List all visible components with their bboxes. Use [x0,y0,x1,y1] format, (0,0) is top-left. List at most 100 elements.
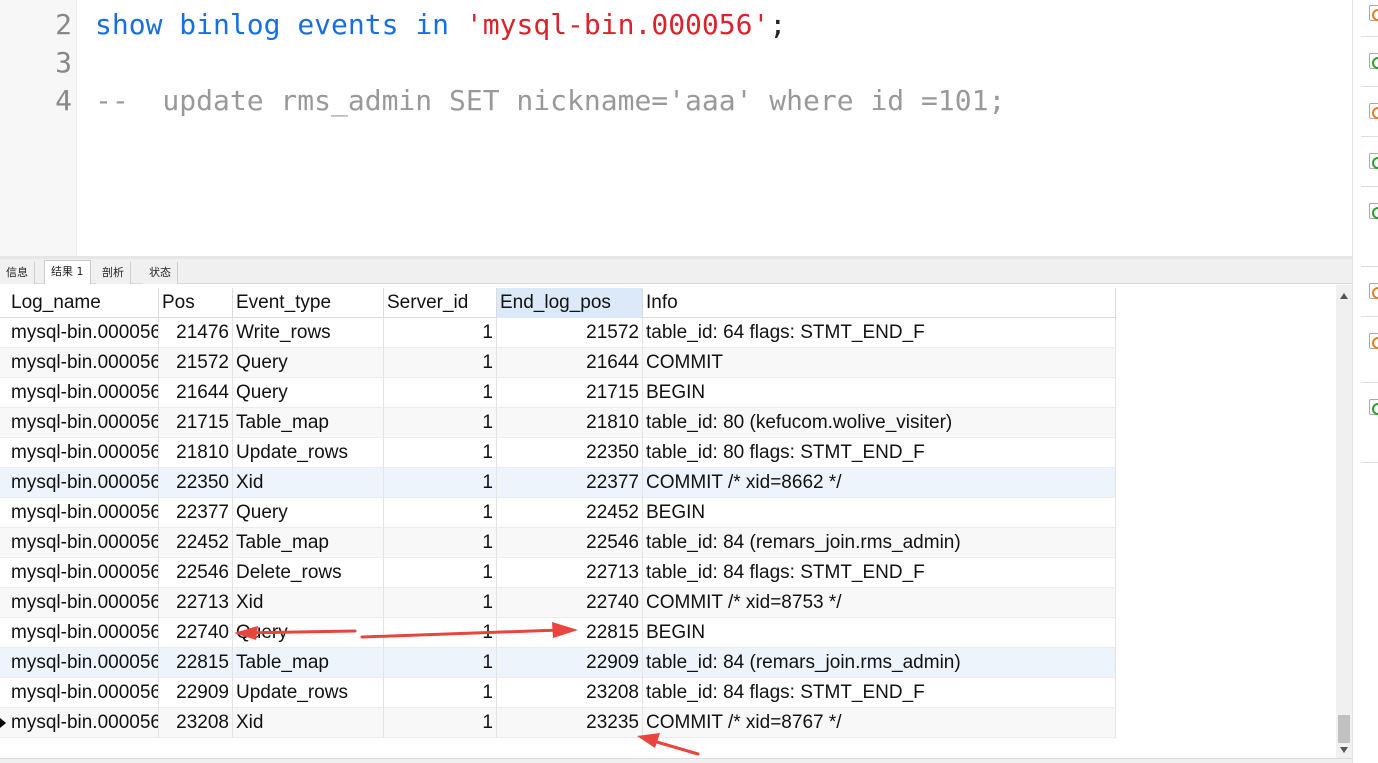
cell-log-name[interactable]: mysql-bin.000056 [8,618,159,648]
column-header-log-name[interactable]: Log_name [8,288,159,318]
table-row[interactable]: mysql-bin.000056 23208 Xid 1 23235 COMMIT /* … [0,708,1116,738]
cell-info[interactable]: table_id: 80 flags: STMT_END_F [643,438,1116,468]
object-icon[interactable] [1369,103,1378,119]
table-row[interactable]: mysql-bin.000056 21715 Table_map 1 21810 tabl… [0,408,1116,438]
cell-event-type[interactable]: Update_rows [233,438,384,468]
cell-log-name[interactable]: mysql-bin.000056 [8,678,159,708]
cell-end-log-pos[interactable]: 21715 [497,378,643,408]
cell-server-id[interactable]: 1 [384,498,497,528]
cell-server-id[interactable]: 1 [384,318,497,348]
object-icon[interactable] [1369,333,1378,349]
cell-info[interactable]: table_id: 84 flags: STMT_END_F [643,558,1116,588]
cell-end-log-pos[interactable]: 22350 [497,438,643,468]
cell-server-id[interactable]: 1 [384,468,497,498]
cell-event-type[interactable]: Query [233,498,384,528]
cell-server-id[interactable]: 1 [384,378,497,408]
cell-pos[interactable]: 22713 [159,588,233,618]
code-line-4-comment[interactable]: -- update rms_admin SET nickname='aaa' w… [95,82,1005,120]
cell-info[interactable]: table_id: 80 (kefucom.wolive_visiter) [643,408,1116,438]
cell-pos[interactable]: 21810 [159,438,233,468]
table-row[interactable]: mysql-bin.000056 21572 Query 1 21644 COMMIT [0,348,1116,378]
scroll-down-icon[interactable] [1340,747,1348,753]
cell-info[interactable]: COMMIT /* xid=8767 */ [643,708,1116,738]
cell-pos[interactable]: 23208 [159,708,233,738]
object-icon[interactable] [1369,399,1378,415]
cell-log-name[interactable]: mysql-bin.000056 [8,378,159,408]
column-header-event-type[interactable]: Event_type [233,288,384,318]
cell-pos[interactable]: 21644 [159,378,233,408]
cell-server-id[interactable]: 1 [384,348,497,378]
cell-log-name[interactable]: mysql-bin.000056 [8,558,159,588]
cell-log-name[interactable]: mysql-bin.000056 [8,498,159,528]
cell-end-log-pos[interactable]: 22377 [497,468,643,498]
cell-event-type[interactable]: Xid [233,588,384,618]
table-row[interactable]: mysql-bin.000056 22740 Query 1 22815 BEGIN [0,618,1116,648]
tab-profile[interactable]: 剖析 [96,262,131,284]
tab-result-1[interactable]: 结果 1 [44,260,91,284]
tab-status[interactable]: 状态 [143,262,178,284]
cell-end-log-pos[interactable]: 22909 [497,648,643,678]
cell-log-name[interactable]: mysql-bin.000056 [8,528,159,558]
cell-server-id[interactable]: 1 [384,618,497,648]
cell-pos[interactable]: 22546 [159,558,233,588]
cell-pos[interactable]: 21572 [159,348,233,378]
cell-end-log-pos[interactable]: 21644 [497,348,643,378]
cell-end-log-pos[interactable]: 21572 [497,318,643,348]
table-row[interactable]: mysql-bin.000056 22713 Xid 1 22740 COMMIT /* … [0,588,1116,618]
result-grid[interactable]: Log_name Pos Event_type Server_id End_log_po… [0,285,1336,755]
cell-pos[interactable]: 21715 [159,408,233,438]
horizontal-scrollbar[interactable] [0,758,1352,763]
cell-server-id[interactable]: 1 [384,438,497,468]
vertical-scrollbar[interactable] [1336,285,1352,760]
cell-end-log-pos[interactable]: 22740 [497,588,643,618]
cell-info[interactable]: COMMIT /* xid=8662 */ [643,468,1116,498]
cell-info[interactable]: BEGIN [643,378,1116,408]
column-header-pos[interactable]: Pos [159,288,233,318]
cell-pos[interactable]: 22815 [159,648,233,678]
cell-log-name[interactable]: mysql-bin.000056 [8,348,159,378]
code-line-2[interactable]: show binlog events in 'mysql-bin.000056'… [95,6,786,44]
cell-info[interactable]: COMMIT [643,348,1116,378]
cell-log-name[interactable]: mysql-bin.000056 [8,468,159,498]
cell-log-name[interactable]: mysql-bin.000056 [8,408,159,438]
object-icon[interactable] [1369,203,1378,219]
cell-log-name[interactable]: mysql-bin.000056 [8,588,159,618]
object-icon[interactable] [1369,5,1378,21]
cell-info[interactable]: table_id: 84 (remars_join.rms_admin) [643,528,1116,558]
cell-event-type[interactable]: Query [233,618,384,648]
cell-event-type[interactable]: Delete_rows [233,558,384,588]
cell-pos[interactable]: 22740 [159,618,233,648]
cell-server-id[interactable]: 1 [384,588,497,618]
cell-event-type[interactable]: Write_rows [233,318,384,348]
cell-event-type[interactable]: Table_map [233,408,384,438]
cell-info[interactable]: table_id: 64 flags: STMT_END_F [643,318,1116,348]
cell-log-name[interactable]: mysql-bin.000056 [8,648,159,678]
table-row[interactable]: mysql-bin.000056 22546 Delete_rows 1 22713 ta… [0,558,1116,588]
cell-event-type[interactable]: Xid [233,468,384,498]
cell-pos[interactable]: 21476 [159,318,233,348]
column-header-end-log-pos[interactable]: End_log_pos [497,288,643,318]
cell-server-id[interactable]: 1 [384,408,497,438]
cell-info[interactable]: BEGIN [643,498,1116,528]
cell-server-id[interactable]: 1 [384,558,497,588]
cell-end-log-pos[interactable]: 23235 [497,708,643,738]
table-row[interactable]: mysql-bin.000056 21476 Write_rows 1 21572 tab… [0,318,1116,348]
table-row[interactable]: mysql-bin.000056 21644 Query 1 21715 BEGIN [0,378,1116,408]
column-header-server-id[interactable]: Server_id [384,288,497,318]
cell-event-type[interactable]: Update_rows [233,678,384,708]
cell-end-log-pos[interactable]: 23208 [497,678,643,708]
cell-server-id[interactable]: 1 [384,678,497,708]
table-row[interactable]: mysql-bin.000056 22350 Xid 1 22377 COMMIT /* … [0,468,1116,498]
table-row[interactable]: mysql-bin.000056 22377 Query 1 22452 BEGIN [0,498,1116,528]
cell-info[interactable]: COMMIT /* xid=8753 */ [643,588,1116,618]
table-row[interactable]: mysql-bin.000056 22909 Update_rows 1 23208 ta… [0,678,1116,708]
cell-log-name[interactable]: mysql-bin.000056 [8,708,159,738]
cell-server-id[interactable]: 1 [384,648,497,678]
cell-end-log-pos[interactable]: 22713 [497,558,643,588]
cell-event-type[interactable]: Table_map [233,528,384,558]
object-icon[interactable] [1369,153,1378,169]
scrollbar-thumb[interactable] [1338,715,1350,743]
cell-event-type[interactable]: Xid [233,708,384,738]
cell-pos[interactable]: 22350 [159,468,233,498]
cell-log-name[interactable]: mysql-bin.000056 [8,318,159,348]
